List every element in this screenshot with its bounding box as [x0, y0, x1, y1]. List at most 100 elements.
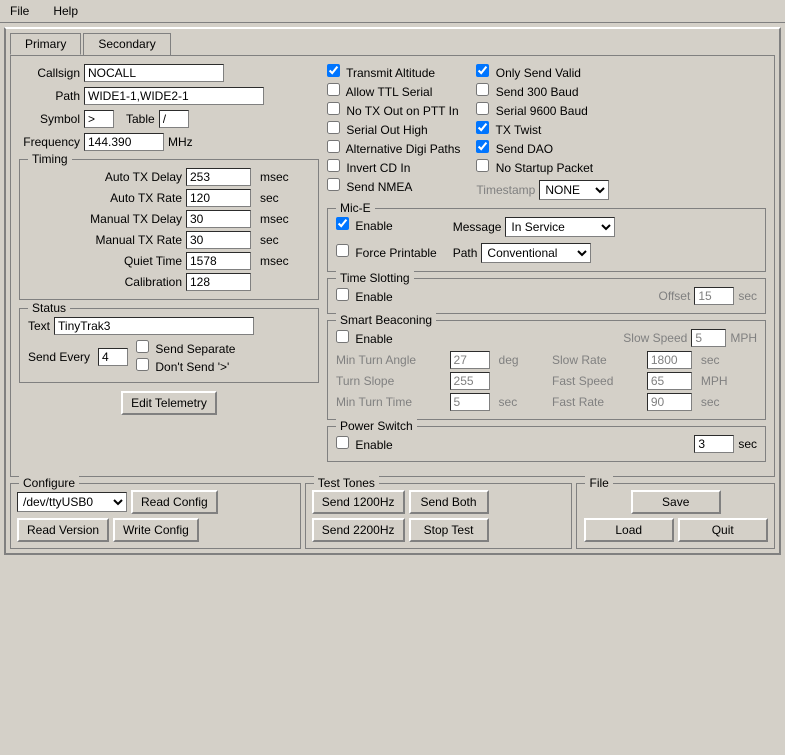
power-switch-enable-cb[interactable] — [336, 436, 349, 449]
offset-unit: sec — [738, 289, 757, 303]
mic-e-path-select[interactable]: Conventional WIDE1-1 WIDE2-2 — [481, 243, 591, 263]
alt-digi-paths-cb-label[interactable]: Alternative Digi Paths — [327, 140, 460, 156]
power-switch-value-input[interactable] — [694, 435, 734, 453]
edit-telemetry-button[interactable]: Edit Telemetry — [121, 391, 217, 415]
status-text-label: Text — [28, 319, 50, 333]
quiet-time-input[interactable] — [186, 252, 251, 270]
send-nmea-cb[interactable] — [327, 178, 340, 191]
dont-send-checkbox-label[interactable]: Don't Send '>' — [136, 358, 235, 374]
send-separate-checkbox-label[interactable]: Send Separate — [136, 340, 235, 356]
smart-beaconing-enable-cb-label[interactable]: Enable — [336, 330, 393, 346]
allow-ttl-serial-cb-label[interactable]: Allow TTL Serial — [327, 83, 460, 99]
send-dao-cb[interactable] — [476, 140, 489, 153]
send-2200hz-button[interactable]: Send 2200Hz — [312, 518, 405, 542]
tx-twist-cb[interactable] — [476, 121, 489, 134]
manual-tx-delay-input[interactable] — [186, 210, 251, 228]
symbol-label: Symbol — [19, 112, 84, 126]
path-input[interactable] — [84, 87, 264, 105]
stop-test-button[interactable]: Stop Test — [409, 518, 489, 542]
slow-speed-label: Slow Speed — [623, 331, 687, 345]
time-slotting-enable-cb-label[interactable]: Enable — [336, 288, 393, 304]
tx-twist-cb-label[interactable]: TX Twist — [476, 121, 609, 137]
auto-tx-rate-label: Auto TX Rate — [28, 191, 182, 205]
frequency-input[interactable] — [84, 133, 164, 151]
load-button[interactable]: Load — [584, 518, 674, 542]
send-300-baud-cb[interactable] — [476, 83, 489, 96]
menu-help[interactable]: Help — [47, 2, 84, 20]
mic-e-enable-cb[interactable] — [336, 217, 349, 230]
tab-secondary[interactable]: Secondary — [83, 33, 170, 55]
send-300-baud-cb-label[interactable]: Send 300 Baud — [476, 83, 609, 99]
time-slotting-enable-cb[interactable] — [336, 288, 349, 301]
configure-title: Configure — [19, 476, 79, 490]
min-turn-angle-input[interactable] — [450, 351, 490, 369]
timing-group: Timing Auto TX Delay msec Auto TX Rate s… — [19, 159, 319, 300]
right-column: Transmit Altitude Allow TTL Serial No TX… — [327, 64, 766, 468]
write-config-button[interactable]: Write Config — [113, 518, 199, 542]
power-switch-enable-cb-label[interactable]: Enable — [336, 436, 393, 452]
no-tx-out-ptt-cb-label[interactable]: No TX Out on PTT In — [327, 102, 460, 118]
send-nmea-cb-label[interactable]: Send NMEA — [327, 178, 460, 194]
transmit-altitude-cb[interactable] — [327, 64, 340, 77]
auto-tx-rate-unit: sec — [260, 191, 310, 205]
calibration-input[interactable] — [186, 273, 251, 291]
no-startup-packet-cb[interactable] — [476, 159, 489, 172]
turn-slope-input[interactable] — [450, 372, 490, 390]
force-printable-cb-label[interactable]: Force Printable — [336, 244, 437, 260]
save-button[interactable]: Save — [631, 490, 721, 514]
slow-rate-input[interactable] — [647, 351, 692, 369]
no-tx-out-ptt-cb[interactable] — [327, 102, 340, 115]
checkboxes-right: Only Send Valid Send 300 Baud Serial 960… — [476, 64, 609, 200]
transmit-altitude-cb-label[interactable]: Transmit Altitude — [327, 64, 460, 80]
force-printable-cb[interactable] — [336, 244, 349, 257]
smart-beaconing-enable-cb[interactable] — [336, 330, 349, 343]
message-select[interactable]: In Service En Route In Range Returning C… — [505, 217, 615, 237]
main-window: Primary Secondary Callsign Path Symbol T… — [4, 27, 781, 555]
send-1200hz-button[interactable]: Send 1200Hz — [312, 490, 405, 514]
device-select[interactable]: /dev/ttyUSB0 /dev/ttyUSB1 /dev/ttyS0 — [17, 492, 127, 512]
table-input[interactable] — [159, 110, 189, 128]
serial-out-high-cb[interactable] — [327, 121, 340, 134]
status-text-input[interactable] — [54, 317, 254, 335]
only-send-valid-cb-label[interactable]: Only Send Valid — [476, 64, 609, 80]
tab-primary[interactable]: Primary — [10, 33, 81, 55]
timestamp-select[interactable]: NONE HMS DHM — [539, 180, 609, 200]
send-separate-checkbox[interactable] — [136, 340, 149, 353]
send-every-input[interactable] — [98, 348, 128, 366]
serial-9600-baud-cb[interactable] — [476, 102, 489, 115]
serial-9600-baud-cb-label[interactable]: Serial 9600 Baud — [476, 102, 609, 118]
serial-out-high-cb-label[interactable]: Serial Out High — [327, 121, 460, 137]
invert-cd-in-cb[interactable] — [327, 159, 340, 172]
slow-speed-input[interactable] — [691, 329, 726, 347]
send-every-label: Send Every — [28, 350, 90, 364]
only-send-valid-cb[interactable] — [476, 64, 489, 77]
read-config-button[interactable]: Read Config — [131, 490, 218, 514]
alt-digi-paths-cb[interactable] — [327, 140, 340, 153]
time-slotting-group: Time Slotting Enable Offset sec — [327, 278, 766, 314]
min-turn-time-input[interactable] — [450, 393, 490, 411]
auto-tx-delay-input[interactable] — [186, 168, 251, 186]
quit-button[interactable]: Quit — [678, 518, 768, 542]
invert-cd-in-cb-label[interactable]: Invert CD In — [327, 159, 460, 175]
slow-speed-unit: MPH — [730, 331, 757, 345]
message-label: Message — [453, 220, 502, 234]
symbol-input[interactable] — [84, 110, 114, 128]
dont-send-checkbox[interactable] — [136, 358, 149, 371]
callsign-row: Callsign — [19, 64, 319, 82]
fast-speed-input[interactable] — [647, 372, 692, 390]
callsign-input[interactable] — [84, 64, 224, 82]
read-version-button[interactable]: Read Version — [17, 518, 109, 542]
power-switch-unit: sec — [738, 437, 757, 451]
frequency-label: Frequency — [19, 135, 84, 149]
offset-input[interactable] — [694, 287, 734, 305]
menu-file[interactable]: File — [4, 2, 35, 20]
auto-tx-rate-input[interactable] — [186, 189, 251, 207]
mic-e-enable-cb-label[interactable]: Enable — [336, 217, 437, 233]
send-both-button[interactable]: Send Both — [409, 490, 489, 514]
manual-tx-rate-input[interactable] — [186, 231, 251, 249]
timing-title: Timing — [28, 152, 72, 166]
allow-ttl-serial-cb[interactable] — [327, 83, 340, 96]
no-startup-packet-cb-label[interactable]: No Startup Packet — [476, 159, 609, 175]
send-dao-cb-label[interactable]: Send DAO — [476, 140, 609, 156]
fast-rate-input[interactable] — [647, 393, 692, 411]
